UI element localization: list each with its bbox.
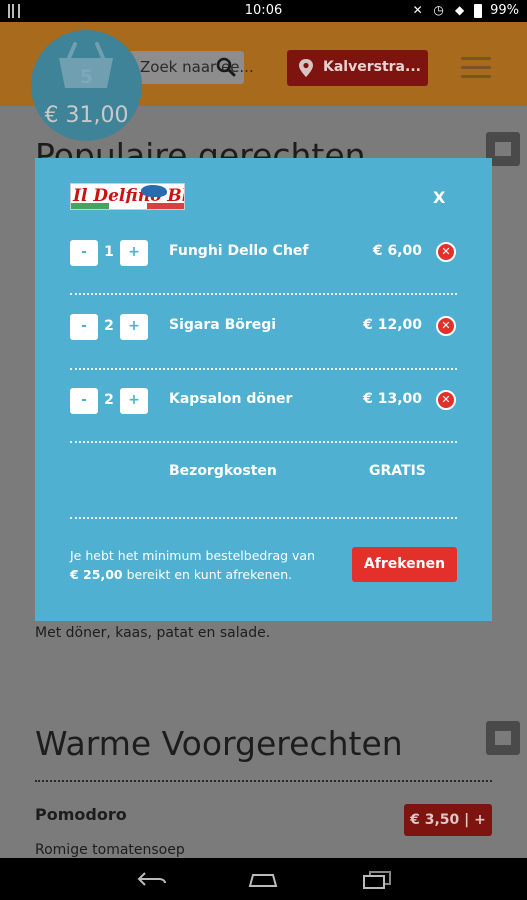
cart-modal: Il Delfino Blu X - 1 + Funghi Dello Chef…: [35, 158, 492, 621]
status-bar: 10:06 ✕ ◷ ◆ 99%: [0, 0, 527, 22]
dish-name: Pomodoro: [35, 805, 127, 824]
minimum-order-message: Je hebt het minimum bestelbedrag van € 2…: [70, 546, 340, 584]
remove-item-icon[interactable]: ✕: [436, 390, 456, 410]
delivery-cost-value: GRATIS: [369, 463, 426, 479]
basket-count: 5: [79, 66, 94, 88]
cart-item: - 1 + Funghi Dello Chef € 6,00 ✕: [70, 240, 457, 270]
navigation-bar: [0, 858, 527, 900]
close-button[interactable]: X: [433, 188, 445, 207]
search-icon[interactable]: [216, 57, 236, 77]
calendar-icon[interactable]: [486, 721, 520, 755]
divider: [70, 368, 457, 370]
increase-qty-button[interactable]: +: [120, 314, 148, 340]
minimum-order-text: Je hebt het minimum bestelbedrag van: [70, 548, 316, 563]
minimum-order-text-end: bereikt en kunt afrekenen.: [122, 567, 293, 582]
section-title-warm-starters: Warme Voorgerechten: [35, 724, 403, 763]
item-quantity: 1: [104, 244, 114, 260]
location-label: Kalverstra...: [323, 59, 421, 75]
home-icon[interactable]: [247, 872, 279, 888]
divider: [70, 441, 457, 443]
wifi-icon: ◆: [454, 3, 465, 17]
cart-item: - 2 + Kapsalon döner € 13,00 ✕: [70, 388, 457, 418]
dish-description: Met döner, kaas, patat en salade.: [35, 625, 271, 641]
item-name: Funghi Dello Chef: [169, 243, 309, 259]
item-quantity: 2: [104, 392, 114, 408]
hamburger-icon: [461, 57, 491, 60]
item-quantity: 2: [104, 318, 114, 334]
delivery-cost-label: Bezorgkosten: [169, 463, 277, 479]
battery-percent: 99%: [490, 3, 519, 18]
basket-button[interactable]: 5 € 31,00: [31, 30, 142, 141]
item-price: € 13,00: [363, 391, 422, 407]
dolphin-icon: [141, 185, 167, 197]
battery-icon: [474, 3, 483, 18]
back-icon[interactable]: [137, 870, 167, 888]
location-pin-icon: [299, 59, 313, 77]
minimum-order-amount: € 25,00: [70, 567, 123, 582]
mute-icon: ✕: [412, 3, 423, 17]
flag-stripe: [71, 203, 184, 209]
item-price: € 12,00: [363, 317, 422, 333]
decrease-qty-button[interactable]: -: [70, 314, 98, 340]
cart-item: - 2 + Sigara Böregi € 12,00 ✕: [70, 314, 457, 344]
add-dish-button[interactable]: € 3,50 | +: [404, 804, 492, 836]
alarm-icon: ◷: [433, 3, 444, 17]
remove-item-icon[interactable]: ✕: [436, 316, 456, 336]
recent-apps-icon[interactable]: [362, 870, 392, 890]
item-name: Kapsalon döner: [169, 391, 293, 407]
divider: [70, 517, 457, 519]
item-name: Sigara Böregi: [169, 317, 277, 333]
section-divider: [35, 780, 492, 782]
dish-description: Romige tomatensoep: [35, 842, 185, 858]
search-placeholder: Zoek naar ee...: [140, 58, 254, 76]
decrease-qty-button[interactable]: -: [70, 240, 98, 266]
location-button[interactable]: Kalverstra...: [287, 50, 428, 86]
item-price: € 6,00: [372, 243, 422, 259]
decrease-qty-button[interactable]: -: [70, 388, 98, 414]
increase-qty-button[interactable]: +: [120, 388, 148, 414]
menu-button[interactable]: [461, 57, 491, 79]
increase-qty-button[interactable]: +: [120, 240, 148, 266]
basket-total: € 31,00: [44, 103, 129, 128]
restaurant-logo: Il Delfino Blu: [70, 183, 185, 210]
remove-item-icon[interactable]: ✕: [436, 242, 456, 262]
checkout-button[interactable]: Afrekenen: [352, 547, 457, 582]
divider: [70, 293, 457, 295]
